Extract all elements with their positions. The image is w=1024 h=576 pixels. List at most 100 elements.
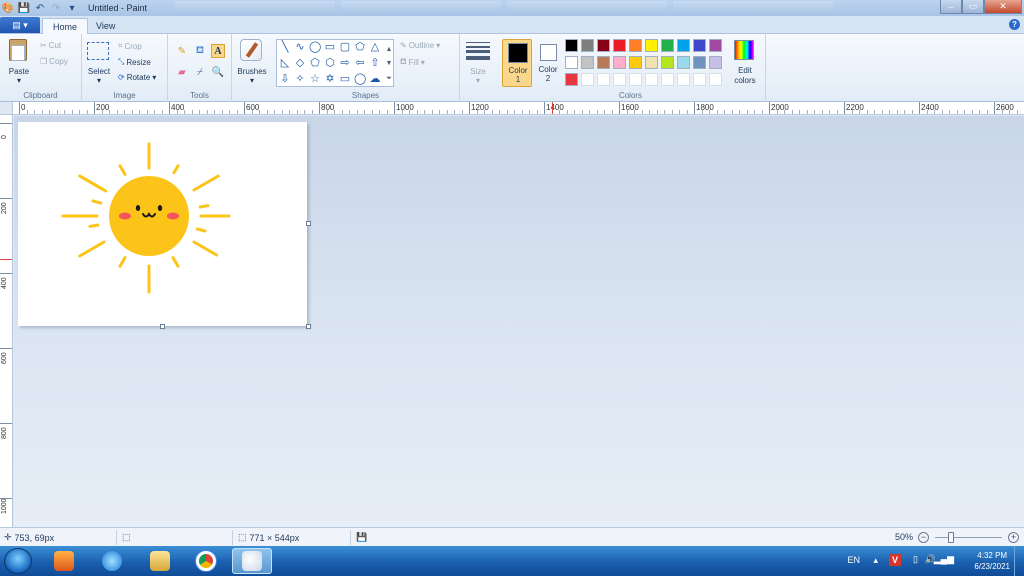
fill-bucket-icon[interactable]: ⛾	[193, 44, 207, 58]
palette-swatch[interactable]	[597, 39, 610, 52]
save-icon[interactable]: 💾	[18, 2, 30, 14]
size-button[interactable]: Size	[460, 67, 496, 76]
curve-shape-icon[interactable]: ∿	[294, 41, 306, 53]
right-arrow-icon[interactable]: ⇨	[339, 57, 351, 69]
palette-swatch[interactable]	[565, 73, 578, 86]
size-dropdown-icon[interactable]: ▾	[473, 76, 483, 85]
crop-button[interactable]: ⌗ Crop	[118, 41, 142, 51]
palette-swatch[interactable]	[661, 56, 674, 69]
palette-swatch[interactable]	[581, 39, 594, 52]
help-icon[interactable]: ?	[1009, 19, 1020, 30]
paint-app-icon[interactable]: 🎨	[2, 2, 14, 14]
copy-button[interactable]: ❐ Copy	[40, 57, 68, 66]
color2-button[interactable]: Color 2	[533, 39, 563, 87]
zoom-slider-thumb[interactable]	[948, 532, 954, 543]
paste-button[interactable]: Paste	[4, 67, 34, 76]
palette-swatch[interactable]	[709, 39, 722, 52]
taskbar-media-player[interactable]	[44, 548, 84, 574]
palette-swatch[interactable]	[613, 39, 626, 52]
file-menu-button[interactable]: ▤ ▾	[0, 17, 40, 33]
shapes-scroll-down-icon[interactable]: ▼	[383, 58, 395, 70]
cut-button[interactable]: ✂ Cut	[40, 41, 61, 50]
taskbar-internet-explorer[interactable]	[92, 548, 132, 574]
palette-swatch[interactable]	[629, 39, 642, 52]
palette-swatch[interactable]	[645, 39, 658, 52]
redo-icon[interactable]: ↷	[50, 2, 62, 14]
palette-swatch[interactable]	[693, 73, 706, 86]
zoom-in-button[interactable]: +	[1008, 532, 1019, 543]
six-point-star-icon[interactable]: ✡	[324, 73, 336, 85]
five-point-star-icon[interactable]: ☆	[309, 73, 321, 85]
oval-shape-icon[interactable]: ◯	[309, 41, 321, 53]
palette-swatch[interactable]	[693, 39, 706, 52]
rotate-button[interactable]: ⟳ Rotate ▾	[118, 73, 156, 82]
palette-swatch[interactable]	[629, 56, 642, 69]
resize-handle-corner[interactable]	[306, 324, 311, 329]
select-icon[interactable]	[87, 42, 109, 60]
show-desktop-button[interactable]	[1014, 546, 1024, 576]
brushes-button[interactable]: Brushes	[232, 67, 272, 76]
palette-swatch[interactable]	[661, 39, 674, 52]
four-point-star-icon[interactable]: ✧	[294, 73, 306, 85]
resize-handle-bottom[interactable]	[160, 324, 165, 329]
palette-swatch[interactable]	[709, 56, 722, 69]
select-button[interactable]: Select	[84, 67, 114, 76]
palette-swatch[interactable]	[709, 73, 722, 86]
select-dropdown-icon[interactable]: ▾	[94, 76, 104, 85]
pentagon-shape-icon[interactable]: ⬠	[309, 57, 321, 69]
minimize-button[interactable]: –	[940, 0, 962, 14]
up-arrow-icon[interactable]: ⇧	[369, 57, 381, 69]
pencil-icon[interactable]: ✎	[175, 44, 189, 58]
battery-icon[interactable]: ▯	[913, 554, 918, 565]
antivirus-icon[interactable]: V	[889, 554, 901, 566]
palette-swatch[interactable]	[613, 73, 626, 86]
right-triangle-icon[interactable]: ◺	[279, 57, 291, 69]
zoom-out-button[interactable]: −	[918, 532, 929, 543]
polygon-shape-icon[interactable]: ⬠	[354, 41, 366, 53]
left-arrow-icon[interactable]: ⇦	[354, 57, 366, 69]
zoom-slider-track[interactable]	[935, 537, 1002, 538]
tab-view[interactable]: View	[86, 18, 125, 35]
palette-swatch[interactable]	[565, 39, 578, 52]
diamond-shape-icon[interactable]: ◇	[294, 57, 306, 69]
text-tool-icon[interactable]: A	[211, 44, 225, 58]
callout-cloud-icon[interactable]: ☁	[369, 73, 381, 85]
brushes-dropdown-icon[interactable]: ▾	[247, 76, 257, 85]
magnifier-icon[interactable]: 🔍	[211, 65, 225, 79]
palette-swatch[interactable]	[661, 73, 674, 86]
outline-button[interactable]: ✎ Outline ▾	[400, 41, 440, 50]
size-icon[interactable]	[466, 42, 490, 60]
eraser-icon[interactable]: ▰	[175, 65, 189, 79]
hexagon-shape-icon[interactable]: ⬡	[324, 57, 336, 69]
language-indicator[interactable]: EN	[847, 555, 860, 565]
line-shape-icon[interactable]: ╲	[279, 41, 291, 53]
tray-expand-icon[interactable]: ▴	[873, 555, 878, 566]
customize-qat-icon[interactable]: ▾	[66, 2, 78, 14]
palette-swatch[interactable]	[645, 73, 658, 86]
canvas-workarea[interactable]	[14, 116, 1024, 527]
drawing-canvas[interactable]	[18, 122, 307, 326]
rectangle-shape-icon[interactable]: ▭	[324, 41, 336, 53]
callout-oval-icon[interactable]: ◯	[354, 73, 366, 85]
resize-handle-right[interactable]	[306, 221, 311, 226]
shapes-scroll-up-icon[interactable]: ▲	[383, 44, 395, 56]
brush-icon[interactable]	[240, 39, 262, 61]
rounded-rectangle-icon[interactable]: ▢	[339, 41, 351, 53]
network-icon[interactable]: ▂▄▆	[934, 554, 954, 565]
edit-colors-button[interactable]: Edit colors	[726, 66, 764, 86]
taskbar-chrome[interactable]	[186, 548, 226, 574]
palette-swatch[interactable]	[597, 56, 610, 69]
fill-button[interactable]: ⛾ Fill ▾	[400, 57, 425, 67]
tab-home[interactable]: Home	[42, 18, 89, 35]
palette-swatch[interactable]	[581, 56, 594, 69]
color-picker-icon[interactable]: ⌿	[193, 65, 207, 79]
palette-swatch[interactable]	[677, 73, 690, 86]
palette-swatch[interactable]	[597, 73, 610, 86]
taskbar-file-explorer[interactable]	[140, 548, 180, 574]
clock[interactable]: 4:32 PM 6/23/2021	[974, 550, 1010, 572]
palette-swatch[interactable]	[629, 73, 642, 86]
edit-colors-icon[interactable]	[734, 40, 754, 60]
paste-icon[interactable]	[9, 39, 27, 61]
palette-swatch[interactable]	[677, 56, 690, 69]
color1-button[interactable]: Color 1	[502, 39, 532, 87]
